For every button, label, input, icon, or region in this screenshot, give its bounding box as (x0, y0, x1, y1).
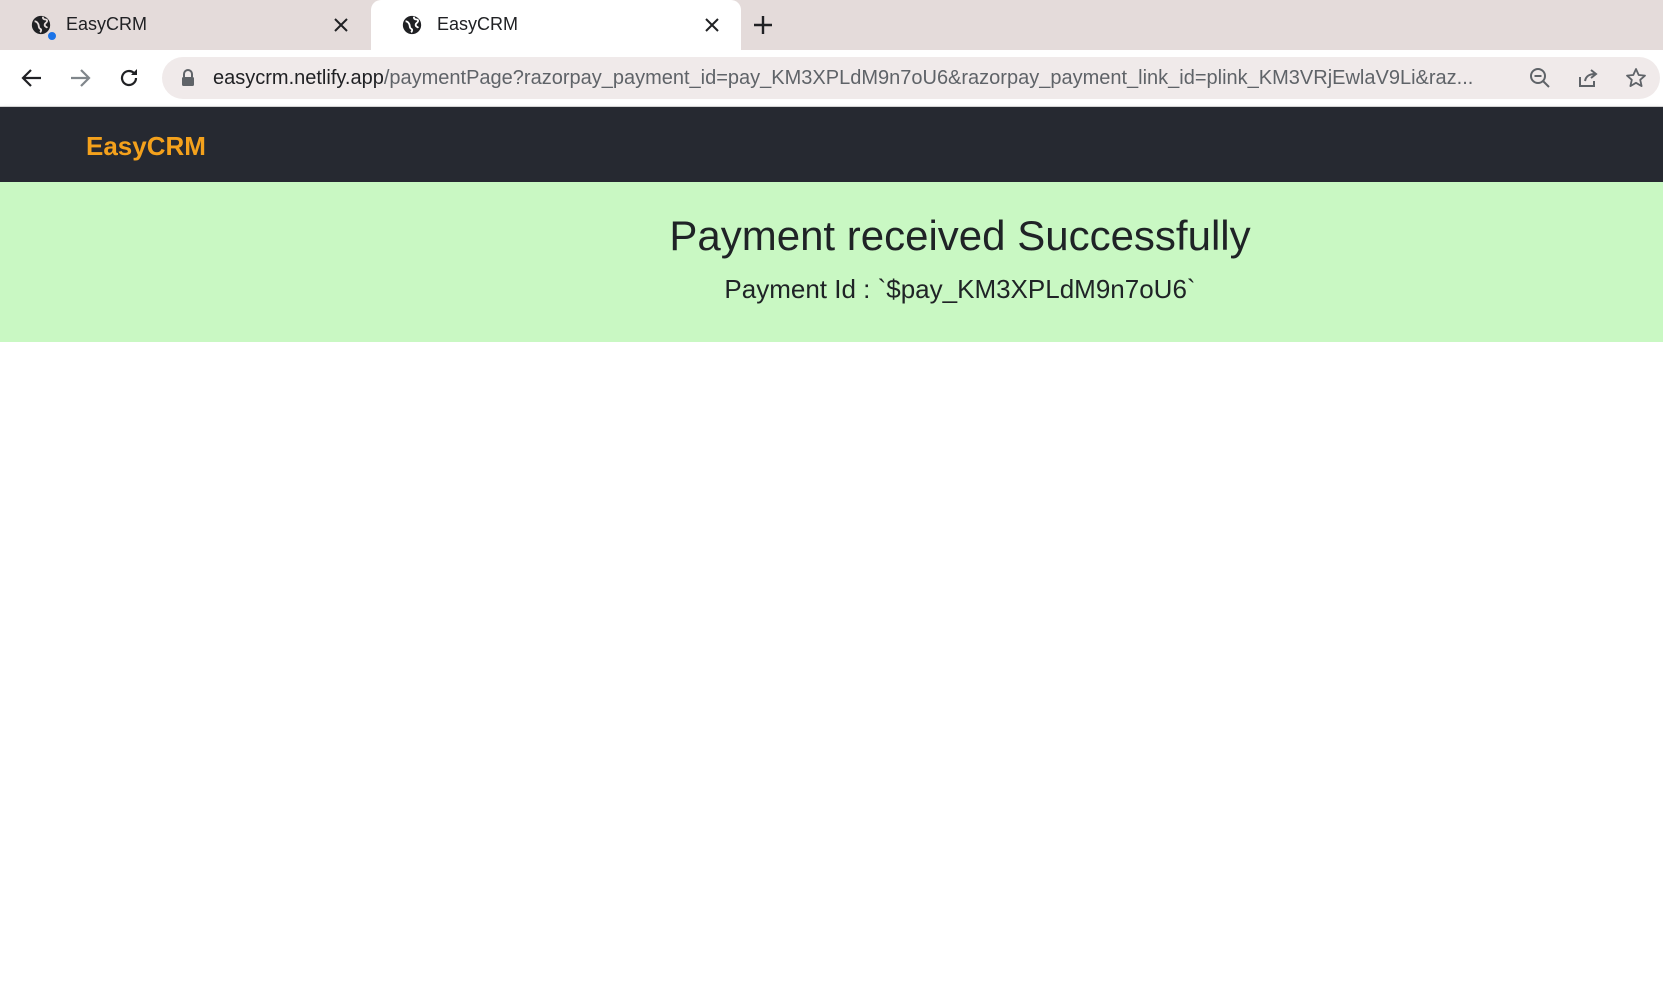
payment-id-text: Payment Id : `$pay_KM3XPLdM9n7oU6` (724, 274, 1196, 304)
tab-strip: EasyCRM EasyCRM (0, 0, 1663, 50)
plus-icon[interactable] (750, 12, 776, 38)
tab-easycrm-2[interactable]: EasyCRM (371, 0, 741, 50)
globe-icon (402, 15, 422, 35)
tab-easycrm-1[interactable]: EasyCRM (0, 0, 370, 50)
close-tab-icon[interactable] (701, 14, 723, 36)
browser-toolbar: easycrm.netlify.app/paymentPage?razorpay… (0, 50, 1663, 107)
share-icon[interactable] (1576, 66, 1600, 90)
success-heading: Payment received Successfully (669, 212, 1251, 259)
address-bar[interactable]: easycrm.netlify.app/paymentPage?razorpay… (162, 57, 1660, 99)
zoom-icon[interactable] (1528, 66, 1552, 90)
tab-title: EasyCRM (66, 14, 148, 34)
arrow-left-icon[interactable] (18, 64, 46, 92)
tab-title: EasyCRM (437, 14, 519, 34)
lock-icon (182, 69, 194, 86)
url-text[interactable]: easycrm.netlify.app/paymentPage?razorpay… (213, 67, 1513, 90)
payment-success-banner: Payment received Successfully Payment Id… (0, 182, 1663, 342)
app-navbar: EasyCRM (0, 107, 1663, 182)
status-dot (47, 31, 57, 41)
close-tab-icon[interactable] (330, 14, 352, 36)
brand-logo[interactable]: EasyCRM (86, 131, 206, 162)
star-icon[interactable] (1624, 66, 1648, 90)
url-host: easycrm.netlify.app (213, 67, 384, 89)
arrow-right-icon[interactable] (66, 64, 94, 92)
url-path: /paymentPage?razorpay_payment_id=pay_KM3… (383, 67, 1474, 89)
reload-icon[interactable] (115, 64, 143, 92)
